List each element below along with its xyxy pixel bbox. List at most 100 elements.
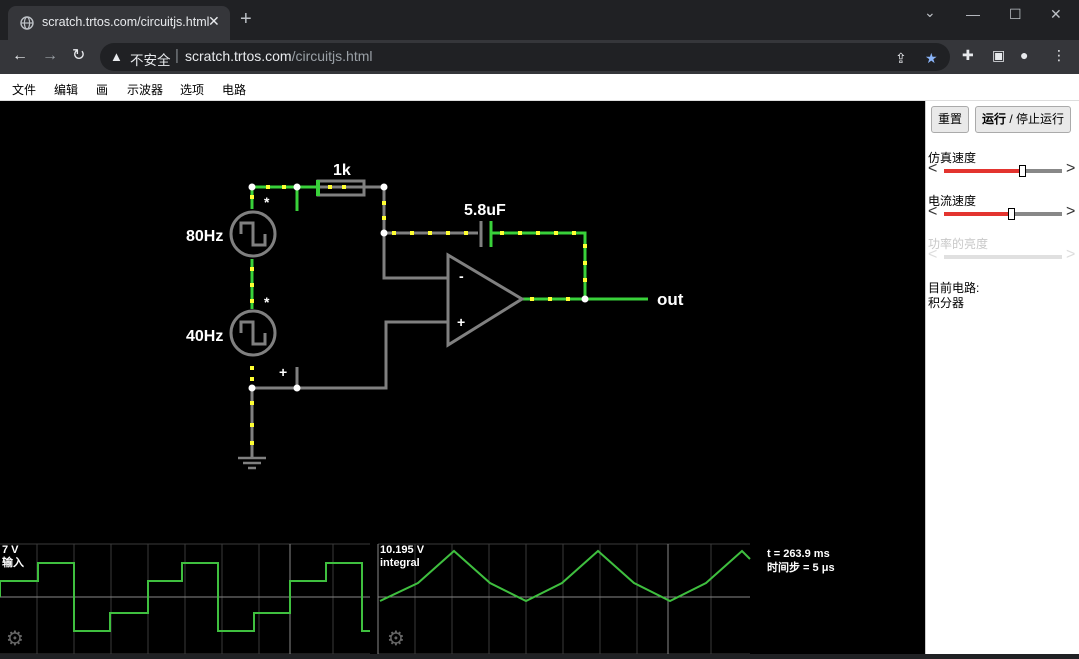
side-panel-icon[interactable]: ▣ xyxy=(992,47,1005,64)
opamp-minus-label: - xyxy=(459,268,464,284)
power-brightness-slider[interactable]: < > xyxy=(928,247,1078,264)
source1-polarity-marker: * xyxy=(264,194,270,210)
menu-scopes[interactable]: 示波器 xyxy=(127,81,163,98)
sim-speed-fill xyxy=(944,169,1022,173)
address-bar[interactable]: ▲ 不安全 | scratch.trtos.com/circuitjs.html… xyxy=(100,43,950,71)
globe-icon xyxy=(20,16,34,30)
node[interactable] xyxy=(248,384,256,392)
output-label: out xyxy=(657,290,684,309)
scope-input[interactable]: 7 V 输入 ⚙ xyxy=(0,543,370,655)
menu-file[interactable]: 文件 xyxy=(12,81,36,98)
opamp-plus-label: + xyxy=(457,314,465,330)
current-circuit-name: 积分器 xyxy=(928,296,965,310)
scope1-value: 7 V xyxy=(2,544,19,556)
source2-label: 40Hz xyxy=(186,328,223,345)
current-speed-track[interactable] xyxy=(944,208,1062,220)
timestep-label: 时间步 = 5 μs xyxy=(767,560,835,574)
current-dots xyxy=(250,185,587,445)
scope1-gear-icon[interactable]: ⚙ xyxy=(6,628,24,650)
url-separator: | xyxy=(175,47,179,64)
node[interactable] xyxy=(293,384,301,392)
node[interactable] xyxy=(581,295,589,303)
wire-noninverting[interactable] xyxy=(297,320,448,390)
browser-tab[interactable]: scratch.trtos.com/circuitjs.html ✕ xyxy=(8,6,230,40)
scope1-name: 输入 xyxy=(2,555,24,569)
wire-top-left[interactable] xyxy=(250,185,318,209)
scope1-grid xyxy=(0,543,370,655)
url-text[interactable]: scratch.trtos.com/circuitjs.html xyxy=(185,48,373,64)
insecure-label[interactable]: 不安全 xyxy=(130,49,171,69)
current-speed-slider[interactable]: < > xyxy=(928,204,1078,221)
menu-edit[interactable]: 编辑 xyxy=(54,81,78,98)
new-tab-button[interactable]: + xyxy=(240,9,252,29)
circuit-svg[interactable]: 1k 5.8uF 80Hz 40Hz out * * + - + 7 V 输入 … xyxy=(0,101,925,655)
scope2-name: integral xyxy=(380,557,420,569)
minimize-button[interactable]: — xyxy=(966,6,980,22)
stop-label: 停止运行 xyxy=(1016,112,1065,126)
chevron-left-icon[interactable]: < xyxy=(928,161,937,177)
source2-polarity-marker: * xyxy=(264,294,270,310)
scope2-value: 10.195 V xyxy=(380,544,425,556)
run-label: 运行 xyxy=(982,112,1007,126)
green-wires xyxy=(250,185,648,309)
circuit-nodes xyxy=(248,183,589,392)
star-icon[interactable]: ★ xyxy=(925,50,938,67)
close-tab-icon[interactable]: ✕ xyxy=(208,13,220,30)
scope2-trace xyxy=(379,549,751,603)
chevron-left-icon[interactable]: < xyxy=(928,247,937,263)
run-separator: / xyxy=(1006,112,1017,126)
close-window-button[interactable]: ✕ xyxy=(1050,6,1062,23)
run-stop-button[interactable]: 运行 / 停止运行 xyxy=(975,106,1072,133)
warning-icon[interactable]: ▲ xyxy=(110,49,123,64)
chevron-down-icon[interactable]: ⌄ xyxy=(924,4,936,21)
scope-integral[interactable]: 10.195 V integral ⚙ xyxy=(377,543,751,655)
capacitor[interactable] xyxy=(479,221,493,247)
probe-polarity-marker: + xyxy=(279,364,287,380)
tab-title: scratch.trtos.com/circuitjs.html xyxy=(42,15,210,29)
source-40hz[interactable] xyxy=(229,309,277,357)
capacitor-label: 5.8uF xyxy=(464,202,506,219)
resistor-label: 1k xyxy=(333,162,351,179)
app-menubar: 文件 编辑 画 示波器 选项 电路 xyxy=(0,74,1079,101)
share-icon[interactable]: ⇪ xyxy=(895,50,907,67)
node[interactable] xyxy=(293,183,301,191)
circuit-canvas[interactable]: 1k 5.8uF 80Hz 40Hz out * * + - + 7 V 输入 … xyxy=(0,101,925,655)
reset-button[interactable]: 重置 xyxy=(931,106,970,133)
back-arrow-icon[interactable]: ← xyxy=(12,46,28,66)
sim-speed-thumb[interactable] xyxy=(1019,165,1026,177)
power-brightness-track[interactable] xyxy=(944,255,1062,259)
reload-icon[interactable]: ↻ xyxy=(72,46,85,66)
menu-draw[interactable]: 画 xyxy=(96,81,108,98)
menu-options[interactable]: 选项 xyxy=(180,81,204,98)
menu-circuits[interactable]: 电路 xyxy=(222,81,246,98)
forward-arrow-icon[interactable]: → xyxy=(42,46,58,66)
node[interactable] xyxy=(380,229,388,237)
browser-tab-strip: scratch.trtos.com/circuitjs.html ✕ + ⌄ —… xyxy=(0,0,1079,40)
url-host: scratch.trtos.com xyxy=(185,48,292,64)
chevron-right-icon[interactable]: > xyxy=(1066,161,1075,177)
chevron-right-icon[interactable]: > xyxy=(1066,204,1075,220)
source-80hz[interactable] xyxy=(229,210,277,258)
extensions-icon[interactable]: ✚ xyxy=(962,47,974,64)
side-panel: 重置 运行 / 停止运行 仿真速度 < > 电流速度 < > 功率的亮度 < >… xyxy=(925,101,1079,654)
url-path: /circuitjs.html xyxy=(291,48,373,64)
chevron-left-icon[interactable]: < xyxy=(928,204,937,220)
maximize-button[interactable]: ☐ xyxy=(1009,6,1022,23)
sim-speed-slider[interactable]: < > xyxy=(928,161,1078,178)
sim-time-label: t = 263.9 ms xyxy=(767,548,830,560)
source1-label: 80Hz xyxy=(186,228,223,245)
current-speed-fill xyxy=(944,212,1011,216)
resistor-1k[interactable] xyxy=(316,179,386,233)
profile-icon[interactable]: ● xyxy=(1020,47,1028,63)
current-speed-thumb[interactable] xyxy=(1008,208,1015,220)
wire-inverting[interactable] xyxy=(382,233,448,280)
scope2-gear-icon[interactable]: ⚙ xyxy=(387,628,405,650)
ground-symbol[interactable] xyxy=(238,451,266,470)
node[interactable] xyxy=(380,183,388,191)
sim-speed-track[interactable] xyxy=(944,165,1062,177)
node[interactable] xyxy=(248,183,256,191)
more-menu-icon[interactable]: ⋮ xyxy=(1052,47,1066,64)
gray-wires xyxy=(250,231,478,458)
scope2-grid xyxy=(378,543,750,655)
chevron-right-icon[interactable]: > xyxy=(1066,247,1075,263)
